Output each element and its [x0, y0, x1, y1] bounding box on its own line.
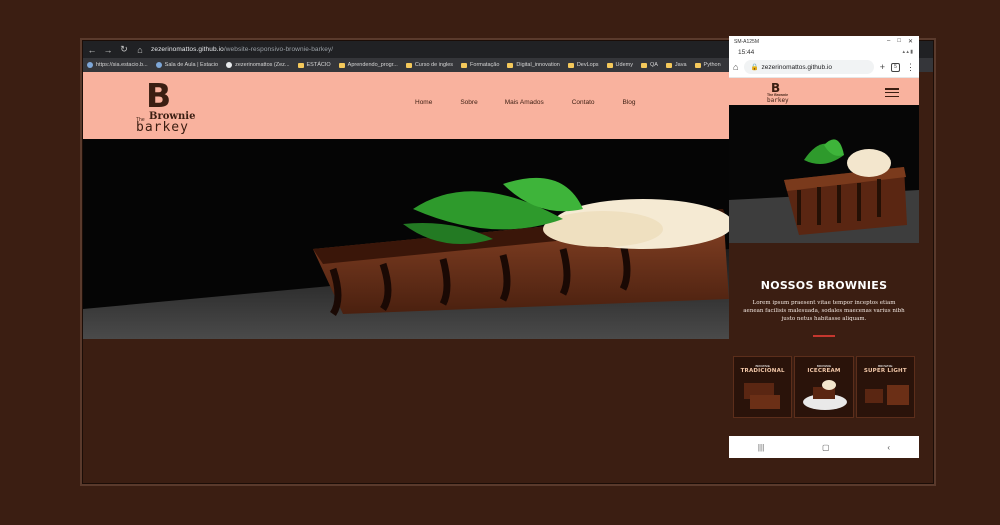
folder-icon: [694, 62, 701, 68]
site-icon: [155, 62, 162, 68]
brownie-photo: [729, 105, 919, 243]
mobile-preview: SM-A125M – □ ✕ 15:44 ▴ ▴ ▮ ⌂ 🔒 zezerinoma…: [729, 36, 919, 470]
home-icon[interactable]: ⌂: [733, 62, 738, 72]
bookmark-folder[interactable]: QA: [640, 62, 658, 68]
hero-image: [83, 139, 729, 339]
card-title: TRADICIONAL: [740, 368, 785, 374]
bookmark-folder[interactable]: ESTÁCIO: [297, 62, 331, 68]
recent-apps-icon[interactable]: |||: [758, 443, 764, 452]
mobile-hero-image: [729, 105, 919, 243]
nav-link-blog[interactable]: Blog: [623, 99, 636, 106]
nav-link-sobre[interactable]: Sobre: [460, 99, 477, 106]
maximize-icon[interactable]: □: [897, 38, 901, 45]
device-titlebar: SM-A125M – □ ✕: [729, 36, 919, 47]
folder-icon: [405, 62, 412, 68]
hamburger-menu-icon[interactable]: [885, 88, 899, 97]
folder-icon: [461, 62, 468, 68]
folder-icon: [606, 62, 613, 68]
minimize-icon[interactable]: –: [887, 38, 890, 45]
logo-letter: B: [146, 76, 172, 115]
product-card-icecream[interactable]: BROWNIE ICECREAM: [794, 356, 854, 418]
address-bar[interactable]: zezerinomattos.github.io/website-respons…: [151, 46, 333, 53]
folder-icon: [338, 62, 345, 68]
bookmark-folder[interactable]: Curso de ingles: [405, 62, 453, 68]
bookmark-folder[interactable]: DevLops: [567, 62, 599, 68]
github-icon: [226, 62, 233, 68]
home-button-icon[interactable]: ▢: [822, 443, 830, 452]
bookmark-item[interactable]: zezerinomattos (Zez...: [226, 62, 290, 68]
lock-icon: 🔒: [750, 64, 759, 71]
folder-icon: [640, 62, 647, 68]
phone-time: 15:44: [738, 48, 755, 56]
back-icon[interactable]: ←: [87, 45, 97, 55]
android-nav-bar: ||| ▢ ‹: [729, 436, 919, 458]
folder-icon: [297, 62, 304, 68]
product-card-tradicional[interactable]: BROWNIE TRADICIONAL: [733, 356, 793, 418]
site-header: B The Brownie barkey Home Sobre Mais Ama…: [83, 72, 729, 139]
tab-count-icon[interactable]: 5: [891, 62, 900, 72]
folder-icon: [665, 62, 672, 68]
card-title: ICECREAM: [807, 368, 841, 374]
bookmark-folder[interactable]: Digital_innovation: [507, 62, 560, 68]
bookmark-item[interactable]: https://sia.estacio.b...: [87, 62, 148, 68]
bookmark-folder[interactable]: Formatação: [461, 62, 499, 68]
mobile-brand-logo[interactable]: B The Brownie barkey: [767, 82, 791, 104]
main-nav: Home Sobre Mais Amados Contato Blog: [415, 99, 636, 106]
device-name: SM-A125M: [734, 38, 760, 45]
new-tab-icon[interactable]: +: [880, 62, 885, 72]
signal-icons: ▴ ▴ ▮: [902, 49, 913, 55]
brownie-photo: [83, 139, 729, 339]
back-icon[interactable]: ‹: [887, 443, 890, 452]
section-text: Lorem ipsum praesent vitae tempor incept…: [743, 300, 905, 322]
close-icon[interactable]: ✕: [908, 38, 913, 45]
mobile-url-field[interactable]: 🔒 zezerinomattos.github.io: [744, 60, 874, 74]
bookmark-folder[interactable]: Aprendendo_progr...: [338, 62, 398, 68]
site-icon: [87, 62, 93, 68]
logo-barkey: barkey: [767, 97, 789, 104]
home-icon[interactable]: ⌂: [135, 45, 145, 55]
logo-barkey: barkey: [136, 120, 189, 135]
product-cards: BROWNIE TRADICIONAL BROWNIE ICECREAM BRO…: [733, 356, 915, 418]
section-title: NOSSOS BROWNIES: [760, 279, 888, 292]
mobile-address-bar: ⌂ 🔒 zezerinomattos.github.io + 5 ⋮: [729, 57, 919, 77]
card-title: SUPER LIGHT: [863, 368, 907, 374]
phone-status-bar: 15:44 ▴ ▴ ▮: [729, 47, 919, 57]
bookmark-folder[interactable]: Udemy: [606, 62, 633, 68]
brand-logo[interactable]: B The Brownie barkey: [136, 79, 206, 135]
forward-icon[interactable]: →: [103, 45, 113, 55]
reload-icon[interactable]: ↻: [119, 44, 129, 55]
folder-icon: [567, 62, 574, 68]
bookmark-folder[interactable]: Python: [694, 62, 721, 68]
nossos-brownies-section: NOSSOS BROWNIES Lorem ipsum praesent vit…: [729, 243, 919, 439]
nav-link-contato[interactable]: Contato: [572, 99, 595, 106]
product-card-super-light[interactable]: BROWNIE SUPER LIGHT: [855, 356, 915, 418]
more-menu-icon[interactable]: ⋮: [906, 62, 915, 73]
bookmark-item[interactable]: Sala de Aula | Estacio: [155, 62, 218, 68]
bookmark-folder[interactable]: Java: [665, 62, 687, 68]
nav-link-mais-amados[interactable]: Mais Amados: [505, 99, 544, 106]
section-divider: [813, 335, 835, 337]
nav-link-home[interactable]: Home: [415, 99, 432, 106]
folder-icon: [507, 62, 514, 68]
mobile-site-header: B The Brownie barkey: [729, 77, 919, 105]
